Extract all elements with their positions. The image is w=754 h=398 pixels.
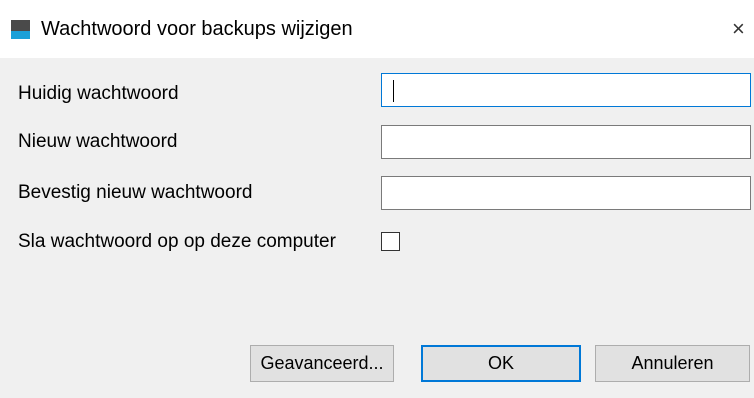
current-password-field[interactable]	[381, 73, 751, 107]
save-password-checkbox[interactable]	[381, 232, 400, 251]
confirm-password-field[interactable]	[381, 176, 751, 210]
app-icon	[11, 20, 30, 39]
change-backup-password-dialog: Wachtwoord voor backups wijzigen × Huidi…	[0, 0, 754, 398]
confirm-password-label: Bevestig nieuw wachtwoord	[18, 182, 253, 203]
text-caret	[393, 80, 394, 102]
save-password-label: Sla wachtwoord op op deze computer	[18, 231, 336, 252]
ok-button[interactable]: OK	[421, 345, 581, 382]
current-password-label: Huidig wachtwoord	[18, 83, 179, 104]
window-title: Wachtwoord voor backups wijzigen	[41, 18, 353, 40]
new-password-label: Nieuw wachtwoord	[18, 131, 178, 152]
close-icon[interactable]: ×	[732, 15, 754, 43]
cancel-button[interactable]: Annuleren	[595, 345, 750, 382]
new-password-field[interactable]	[381, 125, 751, 159]
title-bar: Wachtwoord voor backups wijzigen ×	[0, 0, 754, 58]
advanced-button[interactable]: Geavanceerd...	[250, 345, 394, 382]
